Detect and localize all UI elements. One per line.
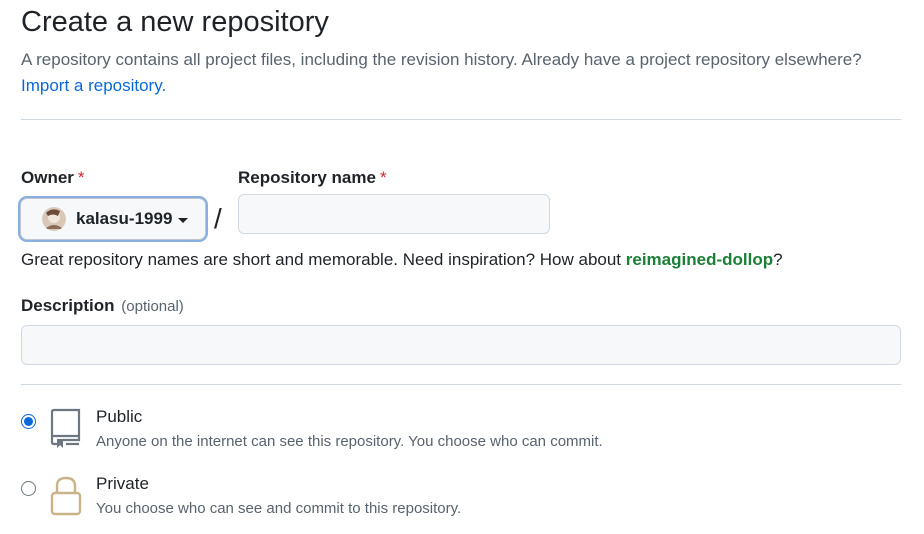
private-radio[interactable] [21,481,36,496]
owner-required-mark: * [77,168,85,187]
subtitle-text: A repository contains all project files,… [21,50,862,69]
public-description: Anyone on the internet can see this repo… [96,433,603,450]
avatar [42,207,66,231]
repo-name-label: Repository name * [238,168,387,188]
helper-text: Great repository names are short and mem… [21,250,622,269]
owner-repo-separator: / [214,203,222,234]
owner-name: kalasu-1999 [76,209,173,228]
name-suggestion-link[interactable]: reimagined-dollop [626,250,773,269]
public-title: Public [96,407,143,426]
repo-name-required-mark: * [379,168,387,187]
repo-icon [50,408,81,448]
repo-name-input[interactable] [238,194,550,234]
owner-label-text: Owner [21,168,74,187]
description-label: Description (optional) [21,296,184,316]
lock-icon [50,476,82,516]
owner-label: Owner * [21,168,85,188]
public-radio[interactable] [21,414,36,429]
section-divider [21,384,901,385]
owner-select-button[interactable]: kalasu-1999 [20,198,206,240]
private-title: Private [96,474,149,493]
description-input[interactable] [21,325,901,365]
private-description: You choose who can see and commit to thi… [96,500,462,517]
page-subtitle: A repository contains all project files,… [21,47,901,99]
repo-name-helper: Great repository names are short and mem… [21,250,783,270]
page-title: Create a new repository [21,6,329,38]
chevron-down-icon [178,217,189,223]
description-optional: (optional) [121,298,184,315]
import-repository-link[interactable]: Import a repository. [21,76,166,95]
helper-suffix: ? [773,250,783,269]
repo-name-label-text: Repository name [238,168,376,187]
description-label-text: Description [21,296,115,315]
